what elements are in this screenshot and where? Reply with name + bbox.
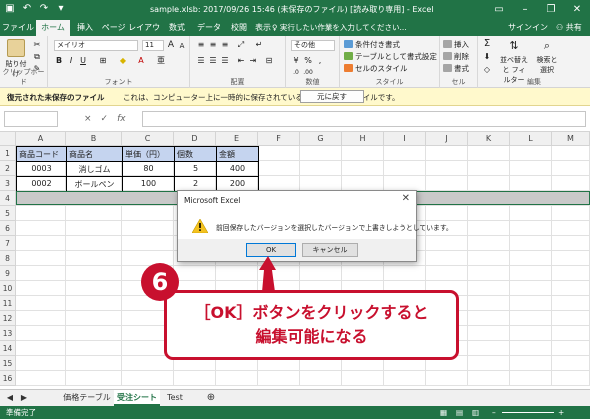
annotation-line-2: 編集可能になる [255,327,368,346]
zoom-slider[interactable] [502,412,554,413]
zoom-out-icon[interactable]: – [492,406,496,419]
status-text: 準備完了 [6,408,36,417]
sheet-tab[interactable]: Test [162,390,188,406]
next-sheet-icon[interactable]: ▶ [18,390,30,406]
view-normal-icon[interactable]: ▦ [440,406,447,419]
prev-sheet-icon[interactable]: ◀ [4,390,16,406]
annotation-line-1: ［OK］ボタンをクリックすると [194,303,429,322]
annotation-callout: ［OK］ボタンをクリックすると 編集可能になる [164,290,459,360]
sheet-tab-active[interactable]: 受注シート [114,390,160,406]
sheet-tab-bar: ◀ ▶ 価格テーブル 受注シート Test ⊕ [0,389,590,406]
view-page-break-icon[interactable]: ▥ [472,406,479,419]
view-page-layout-icon[interactable]: ▤ [456,406,463,419]
step-number-badge: 6 [141,263,179,301]
add-sheet-icon[interactable]: ⊕ [204,390,218,406]
status-bar: 準備完了 ▦ ▤ ▥ – + [0,406,590,419]
sheet-tab[interactable]: 価格テーブル [62,390,112,406]
zoom-in-icon[interactable]: + [558,406,564,419]
